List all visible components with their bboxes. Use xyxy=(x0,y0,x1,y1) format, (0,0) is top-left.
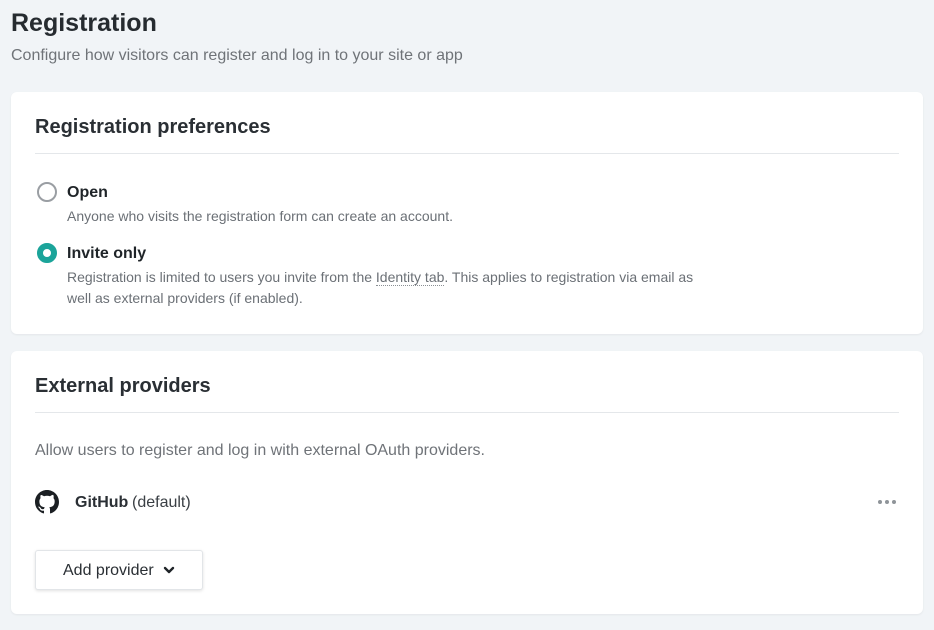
provider-default-tag: (default) xyxy=(132,494,191,511)
invite-description-before: Registration is limited to users you inv… xyxy=(67,269,376,285)
radio-open-unchecked[interactable] xyxy=(37,182,57,202)
registration-preferences-title: Registration preferences xyxy=(35,116,271,138)
radio-invite-only-description: Registration is limited to users you inv… xyxy=(67,267,707,309)
radio-invite-only-label[interactable]: Invite only xyxy=(67,244,146,263)
divider xyxy=(35,412,899,413)
identity-tab-link[interactable]: Identity tab xyxy=(375,269,445,286)
add-provider-label: Add provider xyxy=(63,562,154,579)
provider-more-options-button[interactable] xyxy=(875,492,899,512)
external-providers-title: External providers xyxy=(35,375,211,397)
radio-invite-only-checked[interactable] xyxy=(37,243,57,263)
radio-open-label[interactable]: Open xyxy=(67,183,108,202)
more-dot xyxy=(885,500,889,504)
page-title: Registration xyxy=(11,9,157,37)
external-providers-card: External providers Allow users to regist… xyxy=(11,351,923,614)
divider xyxy=(35,153,899,154)
registration-preferences-card: Registration preferences Open Anyone who… xyxy=(11,92,923,334)
provider-name: GitHub xyxy=(75,494,129,511)
more-dot xyxy=(878,500,882,504)
registration-page: Registration Configure how visitors can … xyxy=(0,0,934,630)
chevron-down-icon xyxy=(163,566,175,574)
more-dot xyxy=(892,500,896,504)
github-icon xyxy=(35,490,59,514)
external-providers-description: Allow users to register and log in with … xyxy=(35,442,485,459)
add-provider-button[interactable]: Add provider xyxy=(35,550,203,590)
page-subtitle: Configure how visitors can register and … xyxy=(11,47,463,64)
radio-open-description: Anyone who visits the registration form … xyxy=(67,208,453,224)
provider-row-github: GitHub (default) xyxy=(35,488,899,516)
